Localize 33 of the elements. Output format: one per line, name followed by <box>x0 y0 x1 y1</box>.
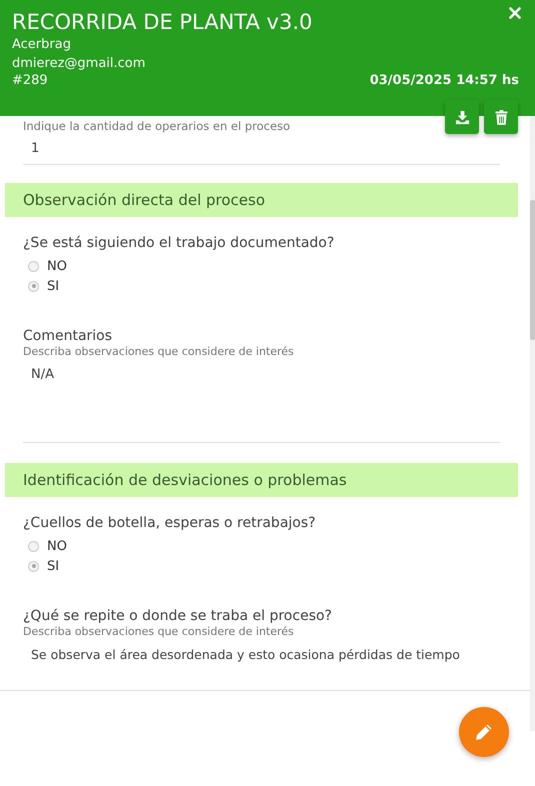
radio-button[interactable] <box>28 560 39 572</box>
pencil-icon <box>474 722 494 742</box>
comment-field[interactable]: N/A <box>23 358 500 443</box>
trash-icon <box>494 110 508 124</box>
company-name: Acerbrag <box>12 36 71 54</box>
radio-button[interactable] <box>28 260 39 272</box>
field-hint: Describa observaciones que considere de interés <box>23 345 294 358</box>
question-label: ¿Se está siguiendo el trabajo documentado? <box>23 235 334 251</box>
input-field[interactable]: Se observa el área desordenada y esto ocasiona pérdidas de tiempo <box>23 638 500 670</box>
scrollbar-thumb[interactable] <box>530 200 535 340</box>
option-label[interactable]: NO <box>47 258 67 274</box>
user-email: dmierez@gmail.com <box>12 55 146 73</box>
radio-button[interactable] <box>28 540 39 552</box>
close-icon[interactable] <box>509 7 521 19</box>
option-label[interactable]: SI <box>47 558 60 574</box>
question-label: ¿Qué se repite o donde se traba el proceso? <box>23 608 332 624</box>
question-label: Comentarios <box>23 328 112 344</box>
radio-button[interactable] <box>28 280 39 292</box>
scrollbar[interactable] <box>530 116 535 731</box>
record-number: #289 <box>12 73 48 89</box>
section-header: Identificación de desviaciones o problemas <box>5 463 518 497</box>
form-title: RECORRIDA DE PLANTA v3.0 <box>12 9 312 35</box>
option-label[interactable]: NO <box>47 538 67 554</box>
section-header: Observación directa del proceso <box>5 183 518 217</box>
field-hint: Describa observaciones que considere de interés <box>23 625 294 638</box>
download-icon <box>454 110 470 124</box>
download-button[interactable] <box>445 100 479 134</box>
option-label[interactable]: SI <box>47 278 60 294</box>
edit-button[interactable] <box>459 707 509 757</box>
field-hint: Indique la cantidad de operarios en el proceso <box>23 119 290 133</box>
question-label: ¿Cuellos de botella, esperas o retrabajos? <box>23 515 316 531</box>
delete-button[interactable] <box>484 100 518 134</box>
record-datetime: 03/05/2025 14:57 hs <box>370 73 519 88</box>
